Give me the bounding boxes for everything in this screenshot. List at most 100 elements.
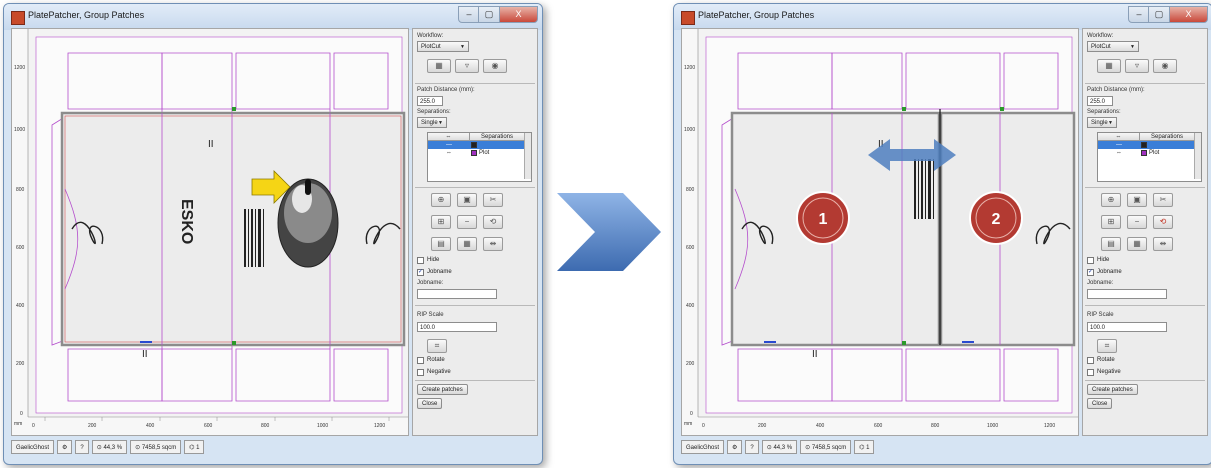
window-title: PlatePatcher, Group Patches bbox=[698, 10, 815, 20]
plate-canvas[interactable]: 1200 1000 800 600 400 200 0 mm 0 200 400… bbox=[11, 28, 409, 436]
table-row[interactable]: ⇔ Plot bbox=[1098, 149, 1194, 157]
crop-icon-button[interactable]: ⌗ bbox=[1097, 339, 1117, 353]
zoom-value: 44,3 % bbox=[773, 445, 793, 451]
mouse-icon bbox=[277, 178, 339, 268]
minus-icon-button[interactable]: − bbox=[1127, 215, 1147, 229]
close-button[interactable]: Close bbox=[417, 398, 443, 409]
separations-dropdown[interactable]: Single ▼ bbox=[1087, 117, 1117, 128]
sep-row-name: Plot bbox=[1149, 150, 1160, 156]
rotate-checkbox[interactable] bbox=[1087, 357, 1094, 364]
funnel-icon-button[interactable]: ▿ bbox=[1125, 59, 1149, 73]
close-button[interactable]: Close bbox=[1087, 398, 1113, 409]
patch-badge-2: 2 bbox=[969, 191, 1023, 245]
ruler-x-400: 400 bbox=[146, 423, 155, 429]
help-icon[interactable]: ? bbox=[75, 440, 89, 454]
eye-icon-button[interactable]: ◉ bbox=[483, 59, 507, 73]
negative-checkbox[interactable] bbox=[1087, 369, 1094, 376]
cut-icon-button[interactable]: ✂ bbox=[483, 193, 503, 207]
ruler-y-1200: 1200 bbox=[684, 65, 695, 71]
app-icon bbox=[11, 11, 25, 25]
jobname-checkbox[interactable]: ✓ bbox=[1087, 269, 1094, 276]
jobname-checkbox[interactable]: ✓ bbox=[417, 269, 424, 276]
count-value: 1 bbox=[196, 445, 200, 451]
move-icon-button[interactable]: ⇹ bbox=[483, 237, 503, 251]
maximize-button[interactable]: ▢ bbox=[1148, 6, 1170, 23]
grid-icon-button[interactable]: ▦ bbox=[457, 237, 477, 251]
status-bar: GaelicGhost ⚙ ? ⊙ 44,3 % ⊙ 7458,5 sqcm ⌬… bbox=[11, 440, 205, 456]
zoom-icon-button[interactable]: ⊕ bbox=[1101, 193, 1121, 207]
rip-scale-input[interactable]: 100.0 bbox=[1087, 322, 1167, 332]
area-icon: ⊙ bbox=[805, 445, 812, 451]
separations-table[interactable]: ⇔ Separations — ⇔ Plot bbox=[427, 132, 532, 182]
split-icon-button[interactable]: ⊞ bbox=[1101, 215, 1121, 229]
plotcut-icon-button[interactable]: ▦ bbox=[1097, 59, 1121, 73]
create-patches-button[interactable]: Create patches bbox=[1087, 384, 1138, 395]
sep-header-mark[interactable]: ⇔ bbox=[1098, 133, 1140, 141]
ruler-x-1000: 1000 bbox=[317, 423, 328, 429]
window-left: PlatePatcher, Group Patches – ▢ X 1200 1… bbox=[3, 3, 543, 465]
grid-icon-button[interactable]: ▦ bbox=[1127, 237, 1147, 251]
hide-checkbox[interactable] bbox=[1087, 257, 1094, 264]
sep-row-mark: ⇔ bbox=[1116, 150, 1122, 156]
title-bar[interactable]: PlatePatcher, Group Patches – ▢ X bbox=[4, 4, 542, 30]
jobname-check-label: Jobname bbox=[427, 269, 452, 275]
split-icon-button[interactable]: ⊞ bbox=[431, 215, 451, 229]
help-icon[interactable]: ? bbox=[745, 440, 759, 454]
sep-header-mark[interactable]: ⇔ bbox=[428, 133, 470, 141]
ruler-x-800: 800 bbox=[261, 423, 270, 429]
rotate-icon-button[interactable]: ⟲ bbox=[483, 215, 503, 229]
table-row[interactable]: — bbox=[1098, 141, 1194, 149]
eye-icon-button[interactable]: ◉ bbox=[1153, 59, 1177, 73]
close-window-button[interactable]: X bbox=[499, 6, 538, 23]
hide-checkbox[interactable] bbox=[417, 257, 424, 264]
plotcut-icon-button[interactable]: ▦ bbox=[427, 59, 451, 73]
patch-icon-button[interactable]: ▤ bbox=[431, 237, 451, 251]
maximize-button[interactable]: ▢ bbox=[478, 6, 500, 23]
separations-mode: Single bbox=[1091, 120, 1108, 126]
app-icon bbox=[681, 11, 695, 25]
close-window-button[interactable]: X bbox=[1169, 6, 1208, 23]
minus-icon-button[interactable]: − bbox=[457, 215, 477, 229]
scrollbar[interactable] bbox=[1194, 133, 1201, 179]
separations-table[interactable]: ⇔ Separations — ⇔ Plot bbox=[1097, 132, 1202, 182]
crop-icon-button[interactable]: ⌗ bbox=[427, 339, 447, 353]
minimize-button[interactable]: – bbox=[458, 6, 480, 23]
settings-icon[interactable]: ⚙ bbox=[727, 440, 743, 454]
patch-distance-input[interactable]: 255.0 bbox=[417, 96, 443, 106]
settings-icon[interactable]: ⚙ bbox=[57, 440, 73, 454]
patch-icon-button[interactable]: ▤ bbox=[1101, 237, 1121, 251]
ruler-y-200: 200 bbox=[686, 361, 695, 367]
table-row[interactable]: — bbox=[428, 141, 524, 149]
minimize-button[interactable]: – bbox=[1128, 6, 1150, 23]
ruler-x-400: 400 bbox=[816, 423, 825, 429]
sep-row-name: Plot bbox=[479, 150, 490, 156]
scrollbar[interactable] bbox=[524, 133, 531, 179]
funnel-icon-button[interactable]: ▿ bbox=[455, 59, 479, 73]
separations-dropdown[interactable]: Single ▼ bbox=[417, 117, 447, 128]
plate-canvas[interactable]: 1200 1000 800 600 400 200 0 mm 0 200 400… bbox=[681, 28, 1079, 436]
table-row[interactable]: ⇔ Plot bbox=[428, 149, 524, 157]
workflow-dropdown[interactable]: PlotCut ▼ bbox=[1087, 41, 1139, 52]
svg-text:II: II bbox=[812, 349, 818, 360]
sep-header-name[interactable]: Separations bbox=[470, 133, 525, 141]
negative-checkbox[interactable] bbox=[417, 369, 424, 376]
ruler-y-0: 0 bbox=[20, 411, 23, 417]
rotate-icon-button[interactable]: ⟲ bbox=[1153, 215, 1173, 229]
patch-distance-input[interactable]: 255.0 bbox=[1087, 96, 1113, 106]
move-icon-button[interactable]: ⇹ bbox=[1153, 237, 1173, 251]
plate-left bbox=[60, 111, 406, 347]
title-bar[interactable]: PlatePatcher, Group Patches – ▢ X bbox=[674, 4, 1211, 30]
ruler-y-400: 400 bbox=[686, 303, 695, 309]
fit-icon-button[interactable]: ▣ bbox=[457, 193, 477, 207]
workflow-dropdown[interactable]: PlotCut ▼ bbox=[417, 41, 469, 52]
jobname-input[interactable] bbox=[1087, 289, 1167, 299]
jobname-input[interactable] bbox=[417, 289, 497, 299]
rotate-checkbox[interactable] bbox=[417, 357, 424, 364]
create-patches-button[interactable]: Create patches bbox=[417, 384, 468, 395]
rip-scale-input[interactable]: 100.0 bbox=[417, 322, 497, 332]
cut-icon-button[interactable]: ✂ bbox=[1153, 193, 1173, 207]
zoom-icon-button[interactable]: ⊕ bbox=[431, 193, 451, 207]
sep-header-name[interactable]: Separations bbox=[1140, 133, 1195, 141]
fit-icon-button[interactable]: ▣ bbox=[1127, 193, 1147, 207]
status-name: GaelicGhost bbox=[681, 440, 725, 454]
